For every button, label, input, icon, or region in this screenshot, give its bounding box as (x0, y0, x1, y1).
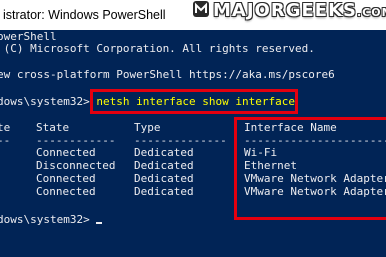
window-title: istrator: Windows PowerShell (3, 8, 166, 22)
console-output[interactable]: owerShell (C) Microsoft Corporation. All… (0, 30, 386, 257)
type-cell: Dedicated (134, 159, 194, 172)
title-bar: istrator: Windows PowerShell MAJORGEEKS.… (0, 0, 386, 30)
interface-name-highlight-box (234, 117, 386, 220)
header-type: Type (134, 121, 161, 134)
state-cell: Disconnected (36, 159, 116, 172)
majorgeeks-watermark: MAJORGEEKS.COM (192, 0, 386, 24)
type-cell: Dedicated (134, 146, 194, 159)
console-line: ew cross-platform PowerShell https://aka… (0, 68, 335, 81)
state-cell: Connected (36, 172, 96, 185)
console-line: (C) Microsoft Corporation. All rights re… (0, 42, 315, 55)
separator: -- (0, 134, 11, 147)
watermark-text: MAJORGEEKS (213, 0, 357, 21)
type-cell: Dedicated (134, 185, 194, 198)
prompt: dows\system32> (0, 95, 97, 108)
state-cell: Connected (36, 185, 96, 198)
majorgeeks-logo-icon (192, 0, 210, 18)
text-cursor (96, 222, 103, 224)
header-admin-state: te (0, 121, 11, 134)
state-cell: Connected (36, 146, 96, 159)
header-state: State (36, 121, 70, 134)
prompt-line-2: dows\system32> (0, 213, 103, 226)
prompt: dows\system32> (0, 213, 97, 226)
watermark-suffix: .COM (356, 6, 386, 19)
type-cell: Dedicated (134, 172, 194, 185)
command-highlight-box (90, 89, 298, 114)
